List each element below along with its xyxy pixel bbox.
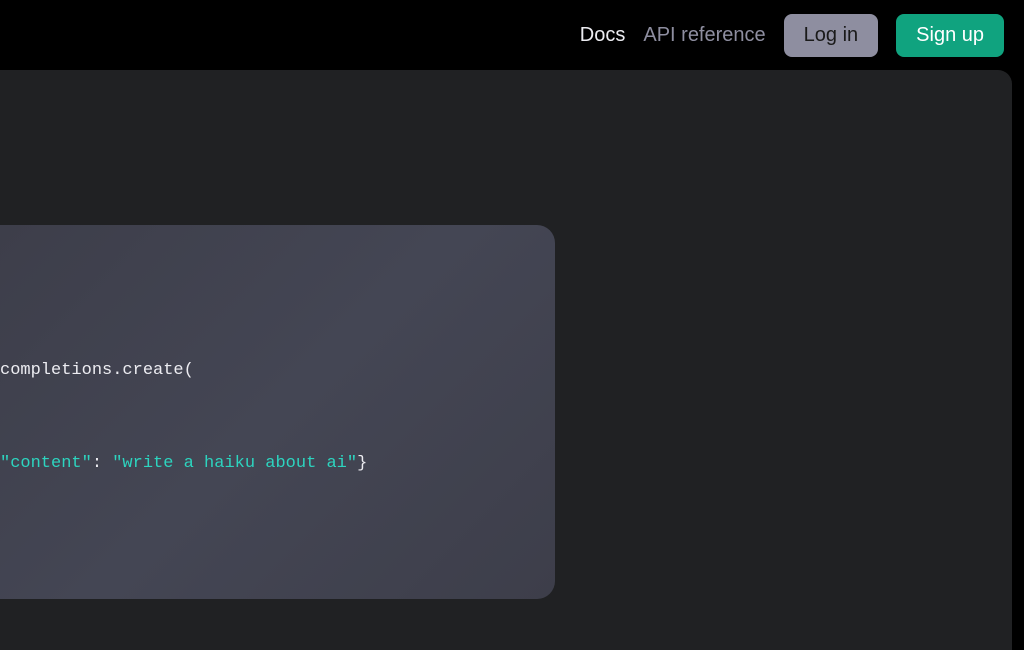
main-content-area: completions.create( "content": "write a … [0, 70, 1012, 650]
signup-button[interactable]: Sign up [896, 14, 1004, 57]
code-line: "content": "write a haiku about ai"} [0, 450, 367, 477]
code-punct: } [357, 454, 367, 473]
code-string: "write a haiku about ai" [112, 454, 357, 473]
top-header: Docs API reference Log in Sign up [0, 0, 1024, 70]
code-punct: : [92, 454, 112, 473]
code-text: completions.create( [0, 361, 194, 380]
code-string: "content" [0, 454, 92, 473]
code-line: completions.create( [0, 357, 194, 384]
nav-api-reference[interactable]: API reference [643, 24, 765, 47]
login-button[interactable]: Log in [784, 14, 879, 57]
nav-docs[interactable]: Docs [580, 24, 626, 47]
code-sample-panel: completions.create( "content": "write a … [0, 225, 555, 599]
